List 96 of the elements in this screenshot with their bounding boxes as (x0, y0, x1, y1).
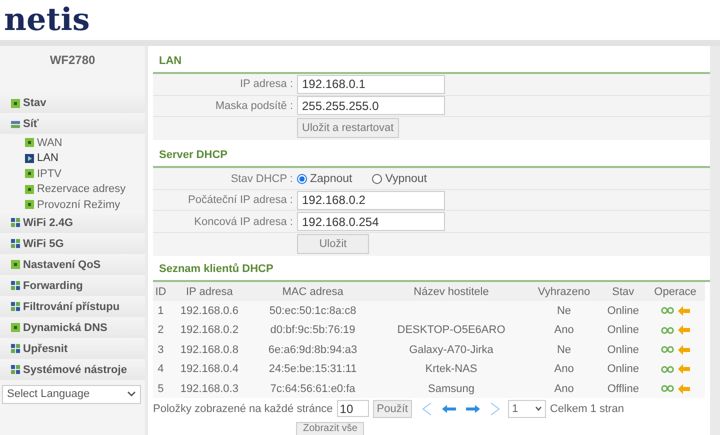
radio-option[interactable]: Zapnout (297, 172, 352, 185)
column-header: Vyhrazeno (527, 282, 601, 302)
table-cell: Krtek-NAS (375, 359, 528, 379)
field-label: Počáteční IP adresa : (187, 194, 294, 206)
radio-option[interactable]: Vypnout (372, 172, 427, 185)
per-page-label: Položky zobrazené na každé stránce (153, 402, 333, 415)
show-all-button[interactable]: Zobrazit vše (296, 422, 364, 435)
table-cell: Ano (527, 359, 601, 379)
arrow-icon[interactable] (678, 325, 690, 336)
table-cell: d0:bf:9c:5b:76:19 (250, 320, 376, 340)
table-cell: 3 (153, 340, 168, 360)
link-icon[interactable] (660, 385, 674, 392)
column-header: Stav (600, 282, 646, 302)
column-header: Operace (646, 282, 705, 302)
table-cell: 192.168.0.4 (168, 359, 250, 379)
input-field[interactable]: 255.255.255.0 (297, 96, 445, 116)
radio-icon[interactable] (297, 174, 307, 184)
input-field[interactable]: 192.168.0.1 (297, 74, 445, 94)
minus-icon (11, 120, 20, 128)
grid-icon (11, 302, 20, 311)
field-label: Maska podsítě : (214, 100, 294, 112)
grid-icon (11, 365, 20, 374)
table-cell: 24:5e:be:15:31:11 (250, 359, 376, 379)
page-total: Celkem 1 stran (550, 402, 624, 415)
square-icon (25, 200, 34, 210)
chevron-icon (127, 391, 136, 397)
table-cell: 7c:64:56:61:e0:fa (250, 378, 376, 398)
arrow-left-icon[interactable] (442, 404, 456, 413)
column-header: IP adresa (168, 282, 250, 302)
sidebar-subitem[interactable]: WAN (0, 135, 145, 150)
table-cell: Online (600, 340, 646, 360)
save-button[interactable]: Uložit (297, 234, 369, 254)
arrow-icon[interactable] (678, 364, 690, 374)
input-field[interactable]: 192.168.0.254 (297, 212, 445, 232)
table-cell: Offline (600, 378, 646, 398)
table-cell: 192.168.0.6 (168, 301, 250, 321)
column-header: MAC adresa (250, 282, 376, 302)
table-cell: Ano (527, 378, 601, 398)
table-cell: 192.168.0.2 (168, 320, 250, 340)
language-select[interactable]: Select Language (2, 384, 141, 404)
arrow-icon[interactable] (678, 306, 690, 316)
table-cell: 4 (153, 359, 168, 379)
table-cell: Ano (527, 320, 601, 340)
table-cell: 192.168.0.8 (168, 340, 250, 360)
square-icon (25, 169, 34, 178)
square-icon (11, 260, 20, 269)
column-header: Název hostitele (375, 282, 528, 302)
table-cell: Ne (527, 340, 601, 360)
link-icon[interactable] (660, 326, 674, 334)
table-cell: Ne (527, 301, 601, 321)
field-label: Koncová IP adresa : (193, 216, 294, 228)
save-restart-button[interactable]: Uložit a restartovat (297, 118, 399, 138)
table-cell: Online (600, 359, 646, 379)
sidebar-subitem[interactable]: Rezervace adresy (0, 182, 145, 197)
grid-icon (11, 281, 20, 290)
field-label: Stav DHCP : (230, 172, 294, 185)
table-cell: Samsung (375, 378, 528, 398)
chevron-right-icon[interactable] (490, 402, 500, 416)
table-cell: Online (600, 301, 646, 321)
apply-button[interactable]: Použít (372, 400, 412, 418)
arrow-right-icon[interactable] (466, 404, 480, 413)
logo: netis (4, 2, 90, 38)
table-cell: Online (600, 320, 646, 340)
table-cell: 2 (153, 320, 168, 340)
square-icon (11, 98, 20, 108)
column-header: ID (153, 282, 168, 302)
table-cell: 5 (153, 378, 168, 398)
grid-icon (11, 218, 20, 227)
table-cell: 6e:a6:9d:8b:94:a3 (250, 340, 376, 360)
sidebar-subitem[interactable]: IPTV (0, 166, 145, 182)
link-icon[interactable] (660, 366, 674, 373)
chevron-icon (534, 406, 542, 412)
sidebar-subitem[interactable]: Provozní Režimy (0, 197, 145, 212)
square-icon (11, 323, 20, 332)
chevron-left-icon[interactable] (422, 402, 432, 416)
per-page-input[interactable]: 10 (336, 400, 369, 418)
radio-icon[interactable] (372, 174, 382, 184)
grid-icon (11, 239, 20, 248)
play-icon (25, 154, 34, 163)
arrow-icon[interactable] (678, 384, 690, 394)
table-cell: DESKTOP-O5E6ARO (375, 320, 528, 340)
model-name: WF2780 (48, 52, 96, 69)
table-cell: 1 (153, 301, 168, 321)
field-label: IP adresa : (239, 78, 294, 90)
sidebar-subitem[interactable]: LAN (0, 150, 145, 166)
input-field[interactable]: 192.168.0.2 (297, 190, 445, 210)
link-icon[interactable] (660, 307, 674, 314)
grid-icon (11, 344, 20, 353)
square-icon (25, 184, 34, 194)
table-cell: 192.168.0.3 (168, 378, 250, 398)
page-select[interactable]: 1 (508, 400, 546, 418)
table-cell: Galaxy-A70-Jirka (375, 340, 528, 360)
table-cell: 50:ec:50:1c:8a:c8 (250, 301, 376, 321)
square-icon (25, 138, 34, 148)
arrow-icon[interactable] (678, 344, 690, 355)
link-icon[interactable] (660, 346, 674, 354)
